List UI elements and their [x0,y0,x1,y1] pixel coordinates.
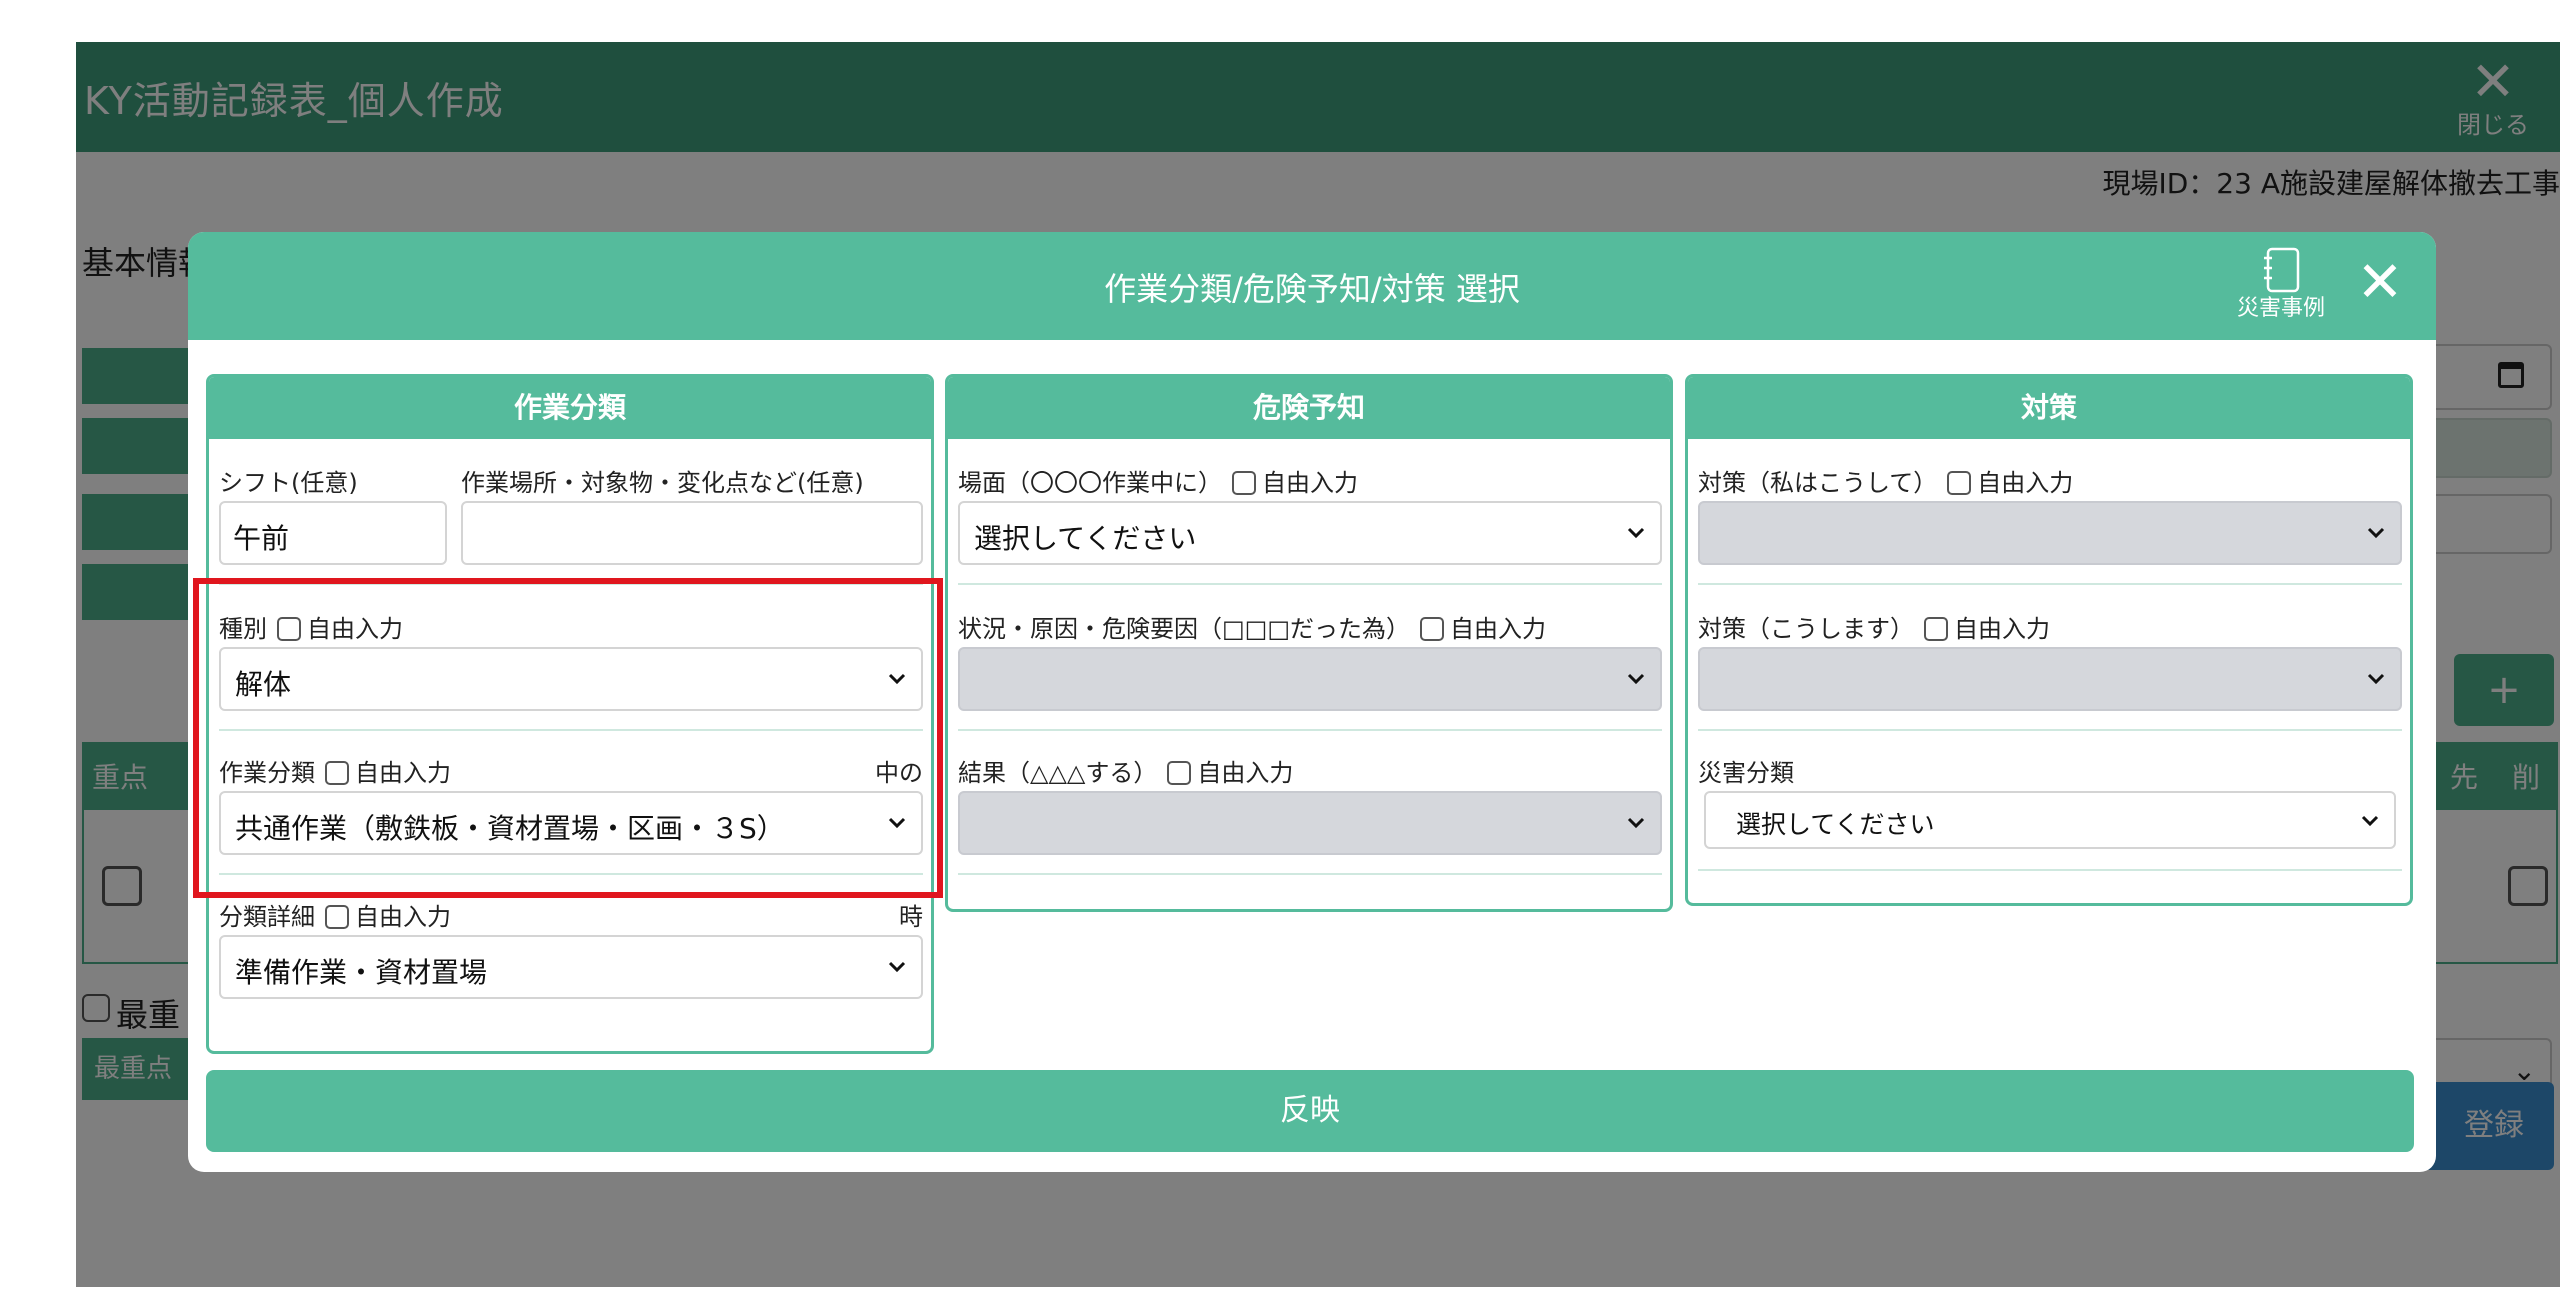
disaster-classification-value: 選択してください [1736,810,1935,839]
apply-button[interactable]: 反映 [206,1070,2414,1152]
scene-label-group: 場面（〇〇〇作業中に） 自由入力 [958,463,1358,498]
disaster-cases-button[interactable]: 災害事例 [2226,246,2336,332]
situation-free-label: 自由入力 [1450,615,1547,643]
situation-label-group: 状況・原因・危険要因（□□□だった為） 自由入力 [958,609,1546,644]
shift-value: 午前 [233,522,290,555]
chevron-down-icon [1627,673,1645,685]
measure1-label: 対策（私はこうして） [1698,469,1938,497]
panel-hazard-prediction: 危険予知 場面（〇〇〇作業中に） 自由入力 選択してください 状況・原因・危険要因… [945,374,1673,912]
chevron-down-icon [2367,673,2385,685]
measure1-label-group: 対策（私はこうして） 自由入力 [1698,463,2073,498]
divider [958,873,1662,875]
chevron-down-icon [888,961,906,973]
divider [958,583,1662,585]
scene-free-checkbox[interactable] [1232,471,1256,495]
situation-select[interactable] [958,647,1662,711]
classification-detail-select[interactable]: 準備作業・資材置場 [219,935,923,999]
detail-label: 分類詳細 [219,903,315,931]
result-label-group: 結果（△△△する） 自由入力 [958,753,1293,788]
detail-free-label: 自由入力 [355,903,451,931]
modal-header: 作業分類/危険予知/対策 選択 災害事例 ✕ [188,232,2436,340]
measure2-free-label: 自由入力 [1954,615,2050,643]
measure2-label-group: 対策（こうします） 自由入力 [1698,609,2050,644]
modal-title: 作業分類/危険予知/対策 選択 [1104,270,1520,308]
divider [1698,869,2402,871]
detail-side-note: 時 [899,903,923,931]
divider [1698,729,2402,731]
modal-close-button[interactable]: ✕ [2350,250,2410,316]
disaster-classification-select[interactable]: 選択してください [1704,791,2396,849]
notebook-icon [2264,247,2300,293]
chevron-down-icon [1627,817,1645,829]
result-free-checkbox[interactable] [1167,761,1192,785]
selection-modal: 作業分類/危険予知/対策 選択 災害事例 ✕ 作業分類 シフト(任意) 作業場所… [188,232,2436,1172]
shift-input[interactable]: 午前 [219,501,447,565]
measure1-free-label: 自由入力 [1977,469,2074,497]
measure2-select[interactable] [1698,647,2402,711]
detail-label-group: 分類詳細 自由入力 [219,897,451,932]
disaster-cases-label: 災害事例 [2236,296,2325,321]
screen: KY活動記録表_個人作成 ✕ 閉じる 現場ID：23 A施設建屋解体撤去工事 基… [0,0,2560,1311]
scene-select[interactable]: 選択してください [958,501,1662,565]
divider [958,729,1662,731]
highlight-box [193,578,943,898]
chevron-down-icon [2367,527,2385,539]
measure1-free-checkbox[interactable] [1947,471,1972,495]
detail-free-checkbox[interactable] [325,905,349,929]
measure2-free-checkbox[interactable] [1924,617,1948,641]
result-free-label: 自由入力 [1197,759,1294,787]
place-input[interactable] [461,501,923,565]
result-label: 結果（△△△する） [958,759,1158,787]
place-label: 作業場所・対象物・変化点など(任意) [461,469,864,497]
disaster-label: 災害分類 [1698,759,1794,787]
measure2-label: 対策（こうします） [1698,615,1914,643]
panel-work-classification-header: 作業分類 [209,377,931,439]
scene-free-label: 自由入力 [1262,469,1358,497]
divider [1698,583,2402,585]
situation-label: 状況・原因・危険要因（□□□だった為） [958,615,1411,643]
shift-label: シフト(任意) [219,469,358,497]
chevron-down-icon [2361,815,2379,827]
scene-label: 場面（〇〇〇作業中に） [958,469,1222,497]
chevron-down-icon [1627,527,1645,539]
panel-hazard-prediction-header: 危険予知 [948,377,1670,439]
scene-value: 選択してください [974,522,1197,555]
result-select[interactable] [958,791,1662,855]
measure1-select[interactable] [1698,501,2402,565]
classification-detail-value: 準備作業・資材置場 [235,956,488,989]
situation-free-checkbox[interactable] [1420,617,1445,641]
panel-countermeasure: 対策 対策（私はこうして） 自由入力 対策（こうします） 自由入力 災害分類 選択し… [1685,374,2413,906]
panel-countermeasure-header: 対策 [1688,377,2410,439]
